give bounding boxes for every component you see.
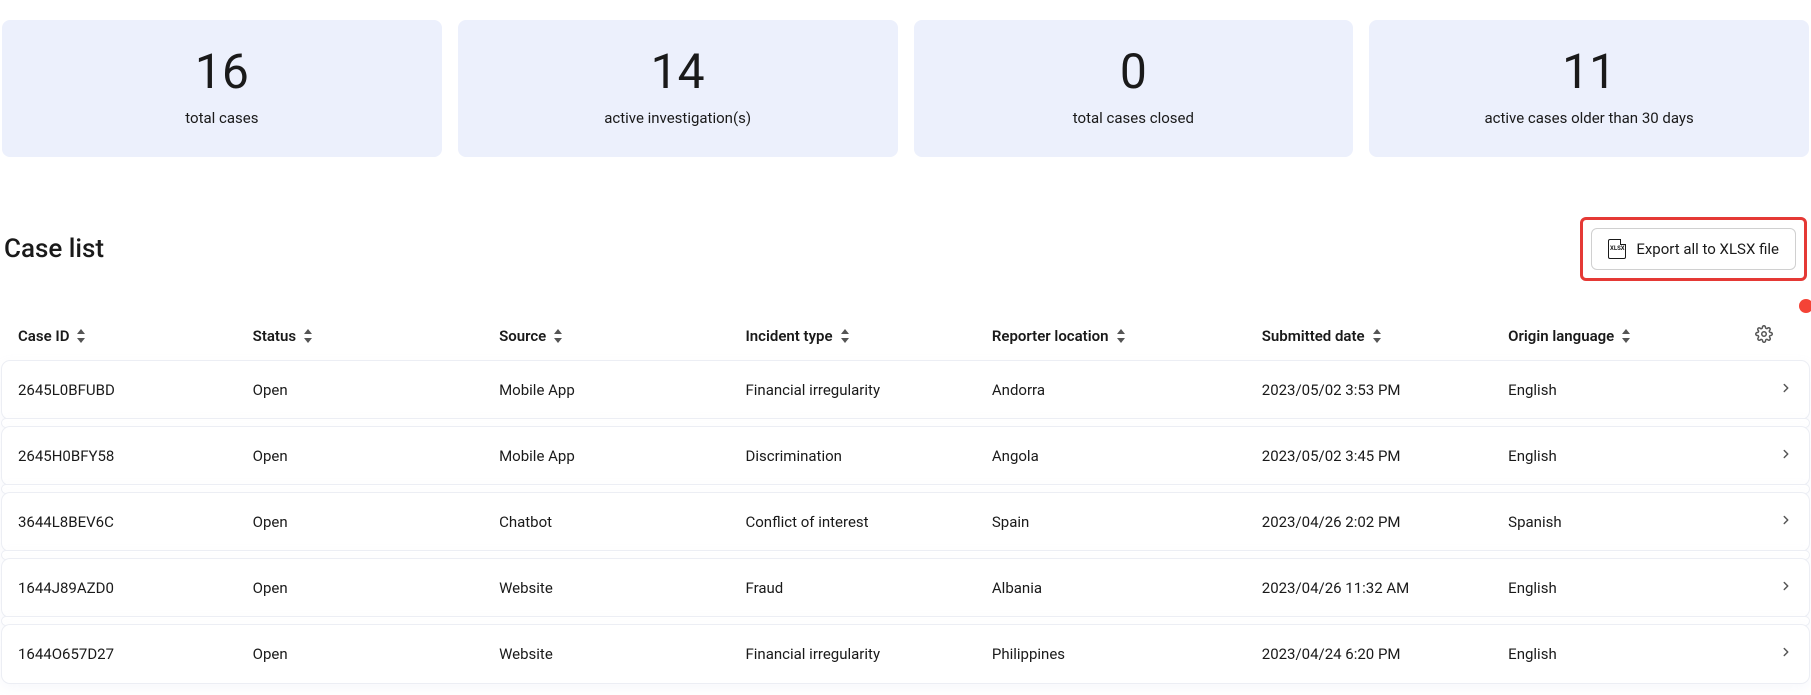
case-table: Case ID Status Source	[2, 311, 1809, 683]
stat-label: total cases	[12, 109, 432, 127]
cell-case-id: 1644O657D27	[2, 625, 237, 683]
cell-case-id: 2645L0BFUBD	[2, 361, 237, 419]
cell-status: Open	[237, 361, 483, 419]
column-label: Reporter location	[992, 327, 1109, 345]
cell-actions	[1739, 625, 1809, 683]
cell-submitted-date: 2023/04/24 6:20 PM	[1246, 625, 1492, 683]
cell-origin-language: English	[1492, 559, 1738, 617]
cell-origin-language: English	[1492, 625, 1738, 683]
cell-status: Open	[237, 427, 483, 485]
export-xlsx-button[interactable]: XLSX Export all to XLSX file	[1591, 228, 1796, 270]
cell-incident-type: Financial irregularity	[729, 625, 975, 683]
cell-submitted-date: 2023/05/02 3:53 PM	[1246, 361, 1492, 419]
cell-submitted-date: 2023/04/26 11:32 AM	[1246, 559, 1492, 617]
export-button-label: Export all to XLSX file	[1636, 240, 1779, 258]
cell-origin-language: Spanish	[1492, 493, 1738, 551]
cell-actions	[1739, 493, 1809, 551]
column-header-source[interactable]: Source	[499, 327, 713, 345]
stat-card-older-30-days: 11 active cases older than 30 days	[1369, 20, 1809, 157]
row-spacer	[2, 419, 1809, 427]
cell-origin-language: English	[1492, 427, 1738, 485]
sort-icon	[77, 329, 87, 343]
cell-submitted-date: 2023/05/02 3:45 PM	[1246, 427, 1492, 485]
row-spacer	[2, 617, 1809, 625]
stat-value: 14	[468, 46, 888, 99]
column-label: Incident type	[745, 327, 832, 345]
cell-case-id: 3644L8BEV6C	[2, 493, 237, 551]
column-header-submitted-date[interactable]: Submitted date	[1262, 327, 1476, 345]
column-header-origin-language[interactable]: Origin language	[1508, 327, 1722, 345]
column-label: Origin language	[1508, 327, 1614, 345]
cell-case-id: 2645H0BFY58	[2, 427, 237, 485]
case-table-wrap: Case ID Status Source	[2, 311, 1809, 683]
cell-submitted-date: 2023/04/26 2:02 PM	[1246, 493, 1492, 551]
column-label: Status	[253, 327, 296, 345]
table-row[interactable]: 1644J89AZD0OpenWebsiteFraudAlbania2023/0…	[2, 559, 1809, 617]
cell-reporter-location: Angola	[976, 427, 1246, 485]
cell-reporter-location: Philippines	[976, 625, 1246, 683]
column-header-status[interactable]: Status	[253, 327, 467, 345]
cell-incident-type: Conflict of interest	[729, 493, 975, 551]
cell-actions	[1739, 361, 1809, 419]
cell-origin-language: English	[1492, 361, 1738, 419]
cell-case-id: 1644J89AZD0	[2, 559, 237, 617]
stat-label: active cases older than 30 days	[1379, 109, 1799, 127]
stat-value: 16	[12, 46, 432, 99]
row-spacer	[2, 551, 1809, 559]
cell-source: Chatbot	[483, 493, 729, 551]
notification-dot-icon	[1799, 299, 1811, 313]
table-row[interactable]: 2645H0BFY58OpenMobile AppDiscriminationA…	[2, 427, 1809, 485]
sort-icon	[1622, 329, 1632, 343]
table-row[interactable]: 3644L8BEV6COpenChatbotConflict of intere…	[2, 493, 1809, 551]
cell-actions	[1739, 427, 1809, 485]
cell-source: Mobile App	[483, 361, 729, 419]
sort-icon	[1373, 329, 1383, 343]
cell-source: Mobile App	[483, 427, 729, 485]
sort-icon	[841, 329, 851, 343]
chevron-right-icon[interactable]	[1779, 513, 1793, 531]
cell-incident-type: Financial irregularity	[729, 361, 975, 419]
cell-status: Open	[237, 493, 483, 551]
stat-card-total-cases: 16 total cases	[2, 20, 442, 157]
xlsx-file-icon: XLSX	[1608, 239, 1626, 259]
sort-icon	[1117, 329, 1127, 343]
stat-value: 0	[924, 46, 1344, 99]
stats-row: 16 total cases 14 active investigation(s…	[2, 20, 1809, 157]
column-label: Case ID	[18, 327, 69, 345]
cell-actions	[1739, 559, 1809, 617]
cell-status: Open	[237, 559, 483, 617]
sort-icon	[554, 329, 564, 343]
stat-card-total-closed: 0 total cases closed	[914, 20, 1354, 157]
sort-icon	[304, 329, 314, 343]
gear-icon[interactable]	[1755, 329, 1773, 347]
chevron-right-icon[interactable]	[1779, 447, 1793, 465]
chevron-right-icon[interactable]	[1779, 645, 1793, 663]
cell-source: Website	[483, 559, 729, 617]
chevron-right-icon[interactable]	[1779, 579, 1793, 597]
column-label: Source	[499, 327, 546, 345]
table-row[interactable]: 2645L0BFUBDOpenMobile AppFinancial irreg…	[2, 361, 1809, 419]
column-header-case-id[interactable]: Case ID	[18, 327, 221, 345]
table-row[interactable]: 1644O657D27OpenWebsiteFinancial irregula…	[2, 625, 1809, 683]
cell-incident-type: Fraud	[729, 559, 975, 617]
cell-reporter-location: Spain	[976, 493, 1246, 551]
column-label: Submitted date	[1262, 327, 1365, 345]
stat-value: 11	[1379, 46, 1799, 99]
page-title: Case list	[4, 234, 104, 264]
row-spacer	[2, 485, 1809, 493]
column-header-incident-type[interactable]: Incident type	[745, 327, 959, 345]
export-highlight-box: XLSX Export all to XLSX file	[1580, 217, 1807, 281]
column-header-reporter-location[interactable]: Reporter location	[992, 327, 1230, 345]
cell-incident-type: Discrimination	[729, 427, 975, 485]
cell-status: Open	[237, 625, 483, 683]
cell-reporter-location: Albania	[976, 559, 1246, 617]
chevron-right-icon[interactable]	[1779, 381, 1793, 399]
case-list-header: Case list XLSX Export all to XLSX file	[2, 217, 1809, 281]
stat-label: active investigation(s)	[468, 109, 888, 127]
stat-card-active-investigations: 14 active investigation(s)	[458, 20, 898, 157]
table-header-row: Case ID Status Source	[2, 311, 1809, 361]
cell-reporter-location: Andorra	[976, 361, 1246, 419]
stat-label: total cases closed	[924, 109, 1344, 127]
cell-source: Website	[483, 625, 729, 683]
